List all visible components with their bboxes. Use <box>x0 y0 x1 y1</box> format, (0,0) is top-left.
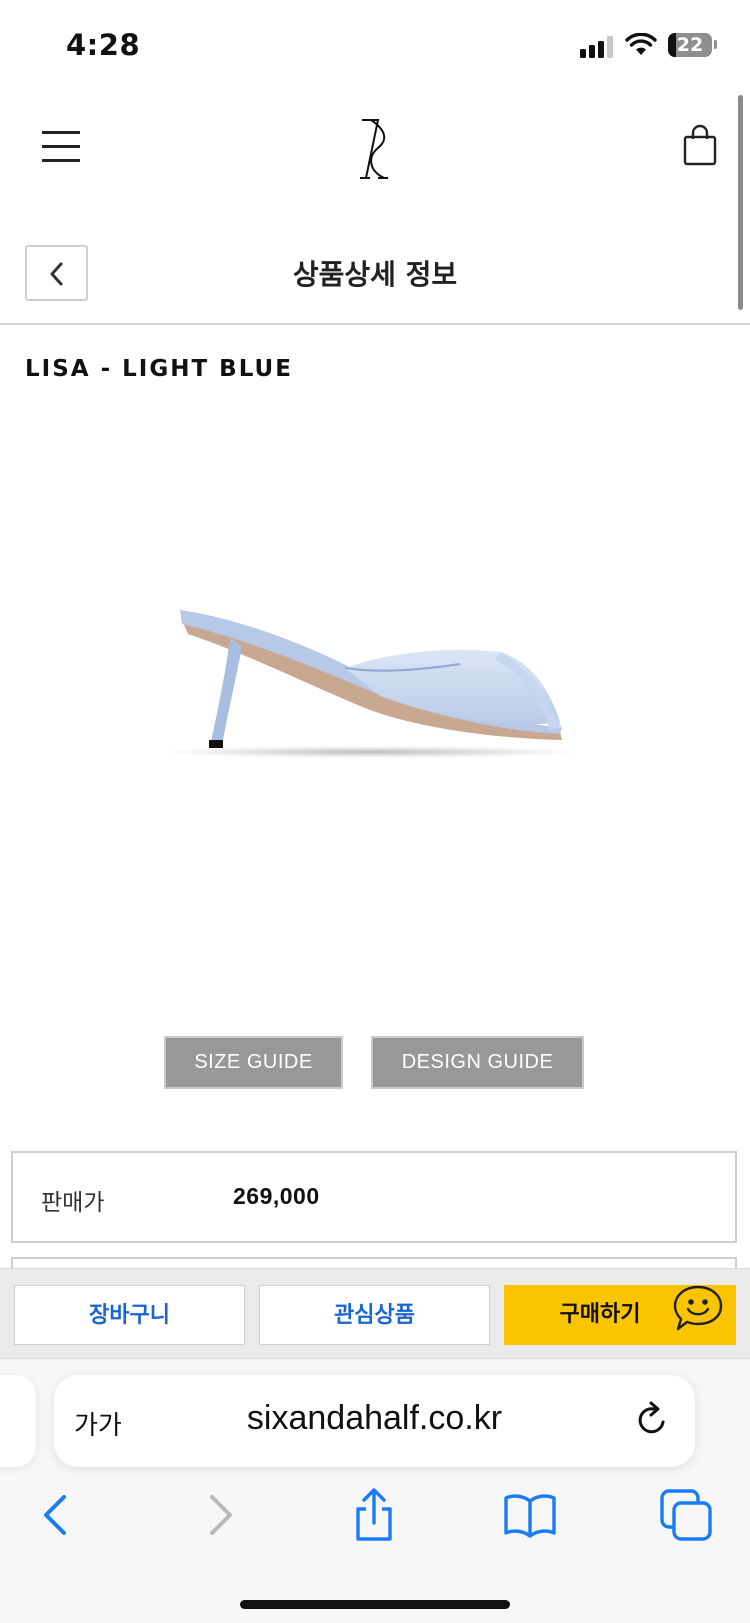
hamburger-menu-icon[interactable] <box>40 129 82 165</box>
reload-icon[interactable] <box>632 1400 672 1440</box>
share-icon[interactable] <box>346 1487 402 1543</box>
battery-tip <box>714 40 717 49</box>
wifi-icon <box>625 33 657 55</box>
browser-bar: 가가 sixandahalf.co.kr <box>0 1358 750 1623</box>
back-icon[interactable] <box>30 1487 86 1543</box>
price-box: 판매가 269,000 <box>11 1151 737 1243</box>
design-guide-button[interactable]: DESIGN GUIDE <box>371 1036 584 1089</box>
address-bar[interactable]: 가가 sixandahalf.co.kr <box>54 1375 695 1467</box>
product-name: LISA - LIGHT BLUE <box>25 356 293 382</box>
add-to-cart-button[interactable]: 장바구니 <box>14 1285 245 1345</box>
action-bar: 장바구니 관심상품 구매하기 <box>0 1268 750 1358</box>
bookmarks-icon[interactable] <box>502 1487 558 1543</box>
shopping-bag-icon[interactable] <box>680 124 720 168</box>
tabs-icon[interactable] <box>658 1487 714 1543</box>
page-title: 상품상세 정보 <box>292 258 458 291</box>
scrollbar[interactable] <box>738 95 743 310</box>
wishlist-button[interactable]: 관심상품 <box>259 1285 490 1345</box>
previous-tab-preview[interactable] <box>0 1375 36 1467</box>
home-indicator[interactable] <box>240 1600 510 1609</box>
battery-icon: 22 <box>668 33 712 57</box>
sub-header: 상품상세 정보 <box>0 245 750 325</box>
battery-level: 22 <box>676 34 704 56</box>
product-image <box>160 610 580 758</box>
signal-icon <box>580 36 614 58</box>
site-header <box>0 100 750 200</box>
size-guide-button[interactable]: SIZE GUIDE <box>164 1036 343 1089</box>
smiley-chat-icon[interactable] <box>672 1284 724 1332</box>
price-label: 판매가 <box>41 1190 105 1216</box>
status-bar: 4:28 22 <box>0 0 750 90</box>
price-value: 269,000 <box>233 1183 320 1209</box>
status-time: 4:28 <box>66 28 141 62</box>
url-text[interactable]: sixandahalf.co.kr <box>54 1399 695 1438</box>
forward-icon[interactable] <box>190 1487 246 1543</box>
sixandahalf-logo-icon[interactable] <box>358 118 394 180</box>
